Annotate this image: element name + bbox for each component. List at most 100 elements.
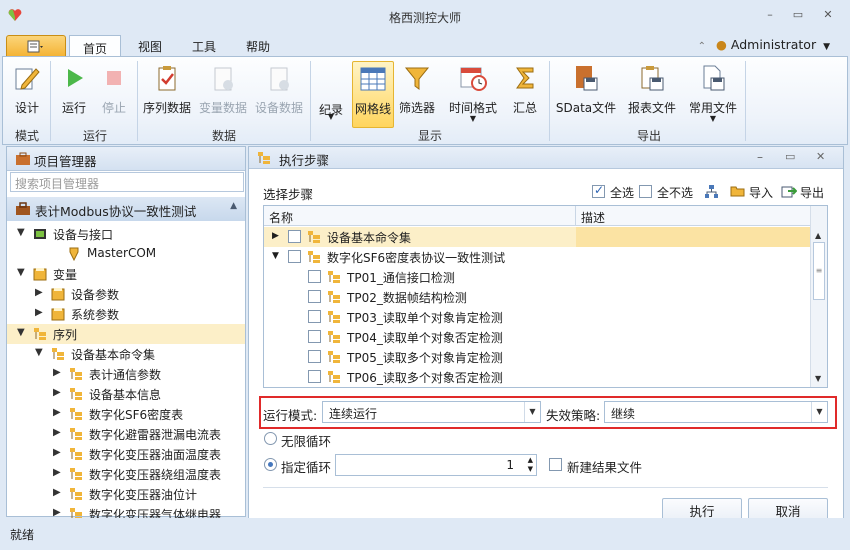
chevron-up-icon[interactable]: ▲ bbox=[230, 201, 237, 211]
collapse-arrow-icon[interactable]: ▼ bbox=[17, 227, 25, 238]
common-file-button[interactable]: 常用文件 ▼ bbox=[685, 61, 741, 123]
collapse-ribbon-icon[interactable]: ⌃ bbox=[698, 41, 706, 52]
expand-arrow-icon[interactable]: ▶ bbox=[35, 287, 43, 298]
application-menu-button[interactable] bbox=[6, 35, 66, 57]
spin-down-icon[interactable]: ▼ bbox=[528, 465, 533, 473]
chevron-down-icon[interactable]: ▼ bbox=[811, 402, 827, 422]
steps-grid[interactable]: 名称 描述 ▶ 设备基本命令集 ▼ 数字化SF6密度表协议一致性测试 TP01_通信接口… bbox=[263, 205, 828, 388]
tree-winding-temp[interactable]: ▶ 数字化变压器绕组温度表 bbox=[7, 464, 245, 484]
expand-arrow-icon[interactable]: ▶ bbox=[53, 467, 61, 478]
step-checkbox[interactable] bbox=[308, 350, 321, 363]
scroll-up-icon[interactable]: ▲ bbox=[815, 231, 821, 240]
record-button[interactable]: 纪录 ▼ bbox=[313, 61, 349, 121]
expand-arrow-icon[interactable]: ▶ bbox=[53, 427, 61, 438]
restore-button[interactable]: ▭ bbox=[788, 7, 808, 23]
user-menu[interactable]: ⌃ ● Administrator ▼ bbox=[698, 37, 830, 52]
expand-arrow-icon[interactable]: ▶ bbox=[272, 231, 279, 241]
expand-arrow-icon[interactable]: ▶ bbox=[53, 447, 61, 458]
grid-header: 名称 描述 bbox=[264, 206, 811, 226]
dialog-minimize-button[interactable]: – bbox=[757, 150, 763, 164]
step-checkbox[interactable] bbox=[308, 270, 321, 283]
expand-arrow-icon[interactable]: ▶ bbox=[35, 307, 43, 318]
close-button[interactable]: ✕ bbox=[818, 7, 838, 23]
new-result-file-checkbox[interactable] bbox=[549, 458, 562, 471]
collapse-arrow-icon[interactable]: ▼ bbox=[272, 251, 279, 261]
chevron-down-icon[interactable]: ▼ bbox=[524, 402, 540, 422]
step-checkbox[interactable] bbox=[308, 310, 321, 323]
play-icon bbox=[68, 69, 83, 87]
design-button[interactable]: 设计 bbox=[7, 61, 47, 121]
collapse-arrow-icon[interactable]: ▼ bbox=[17, 267, 25, 278]
time-format-button[interactable]: 时间格式 ▼ bbox=[444, 61, 502, 123]
tree-basic-info[interactable]: ▶ 设备基本信息 bbox=[7, 384, 245, 404]
sequence-data-button[interactable]: 序列数据 bbox=[140, 61, 194, 121]
step-checkbox[interactable] bbox=[288, 250, 301, 263]
tree-oil-temp[interactable]: ▶ 数字化变压器油面温度表 bbox=[7, 444, 245, 464]
step-checkbox[interactable] bbox=[288, 230, 301, 243]
hierarchy-icon[interactable] bbox=[704, 184, 719, 199]
step-row[interactable]: TP06_读取多个对象否定检测 bbox=[264, 367, 811, 387]
variable-data-button[interactable]: 变量数据 bbox=[196, 61, 250, 121]
scroll-down-icon[interactable]: ▼ bbox=[815, 374, 821, 383]
project-search-input[interactable]: 搜索项目管理器 bbox=[10, 172, 244, 192]
expand-arrow-icon[interactable]: ▶ bbox=[53, 387, 61, 398]
expand-arrow-icon[interactable]: ▶ bbox=[53, 407, 61, 418]
expand-arrow-icon[interactable]: ▶ bbox=[53, 487, 61, 498]
step-row[interactable]: TP01_通信接口检测 bbox=[264, 267, 811, 287]
tree-comm-params[interactable]: ▶ 表计通信参数 bbox=[7, 364, 245, 384]
step-row[interactable]: ▶ 设备基本命令集 bbox=[264, 227, 811, 247]
fixed-loop-radio[interactable] bbox=[264, 458, 277, 471]
column-description[interactable]: 描述 bbox=[581, 209, 605, 226]
tab-help[interactable]: 帮助 bbox=[246, 38, 270, 57]
step-row[interactable]: TP03_读取单个对象肯定检测 bbox=[264, 307, 811, 327]
run-button[interactable]: 运行 bbox=[55, 61, 93, 121]
spin-up-icon[interactable]: ▲ bbox=[528, 456, 533, 464]
tree-device-interface[interactable]: ▼ 设备与接口 bbox=[7, 224, 245, 244]
grid-scrollbar[interactable]: ▲ ≡ ▼ bbox=[810, 206, 827, 387]
gridlines-button[interactable]: 网格线 bbox=[352, 61, 394, 128]
step-row[interactable]: TP04_读取单个对象否定检测 bbox=[264, 327, 811, 347]
step-row[interactable]: ▼ 数字化SF6密度表协议一致性测试 bbox=[264, 247, 811, 267]
tree-variables[interactable]: ▼ 变量 bbox=[7, 264, 245, 284]
loop-count-spinner[interactable]: 1 ▲ ▼ bbox=[335, 454, 537, 476]
infinite-loop-radio[interactable] bbox=[264, 432, 277, 445]
device-data-button[interactable]: 设备数据 bbox=[252, 61, 306, 121]
tree-device-params[interactable]: ▶ 设备参数 bbox=[7, 284, 245, 304]
tree-oil-level[interactable]: ▶ 数字化变压器油位计 bbox=[7, 484, 245, 504]
run-mode-combo[interactable]: 连续运行 ▼ bbox=[322, 401, 541, 423]
step-checkbox[interactable] bbox=[308, 370, 321, 383]
tab-view[interactable]: 视图 bbox=[138, 38, 162, 57]
stop-button[interactable]: 停止 bbox=[95, 61, 133, 121]
step-checkbox[interactable] bbox=[308, 290, 321, 303]
fail-policy-combo[interactable]: 继续 ▼ bbox=[604, 401, 828, 423]
tree-sf6-meter[interactable]: ▶ 数字化SF6密度表 bbox=[7, 404, 245, 424]
summary-button[interactable]: 汇总 bbox=[506, 61, 544, 121]
deselect-all-checkbox[interactable] bbox=[639, 185, 652, 198]
tree-arrester-meter[interactable]: ▶ 数字化避雷器泄漏电流表 bbox=[7, 424, 245, 444]
dialog-restore-button[interactable]: ▭ bbox=[785, 150, 795, 163]
tab-home[interactable]: 首页 bbox=[69, 35, 121, 58]
tree-sequences[interactable]: ▼ 序列 bbox=[7, 324, 245, 344]
tree-mastercom[interactable]: MasterCOM bbox=[7, 244, 245, 264]
step-checkbox[interactable] bbox=[308, 330, 321, 343]
collapse-arrow-icon[interactable]: ▼ bbox=[35, 347, 43, 358]
tree-system-params[interactable]: ▶ 系统参数 bbox=[7, 304, 245, 324]
expand-arrow-icon[interactable]: ▶ bbox=[53, 507, 61, 518]
sdata-file-button[interactable]: SData文件 bbox=[554, 61, 618, 121]
expand-arrow-icon[interactable]: ▶ bbox=[53, 367, 61, 378]
tab-tools[interactable]: 工具 bbox=[192, 38, 216, 57]
tree-basic-commands[interactable]: ▼ 设备基本命令集 bbox=[7, 344, 245, 364]
briefcase-icon bbox=[16, 202, 30, 215]
step-row[interactable]: TP05_读取多个对象肯定检测 bbox=[264, 347, 811, 367]
scroll-thumb[interactable]: ≡ bbox=[813, 242, 825, 300]
minimize-button[interactable]: – bbox=[760, 7, 780, 23]
project-header[interactable]: 表计Modbus协议一致性测试 ▲ bbox=[7, 197, 245, 221]
collapse-arrow-icon[interactable]: ▼ bbox=[17, 327, 25, 338]
step-row[interactable]: TP02_数据帧结构检测 bbox=[264, 287, 811, 307]
filter-button[interactable]: 筛选器 bbox=[396, 61, 438, 121]
column-name[interactable]: 名称 bbox=[269, 209, 293, 226]
select-all-checkbox[interactable] bbox=[592, 183, 605, 198]
sequence-icon bbox=[327, 270, 341, 284]
dialog-close-button[interactable]: ✕ bbox=[816, 150, 825, 163]
report-file-button[interactable]: 报表文件 bbox=[623, 61, 681, 121]
